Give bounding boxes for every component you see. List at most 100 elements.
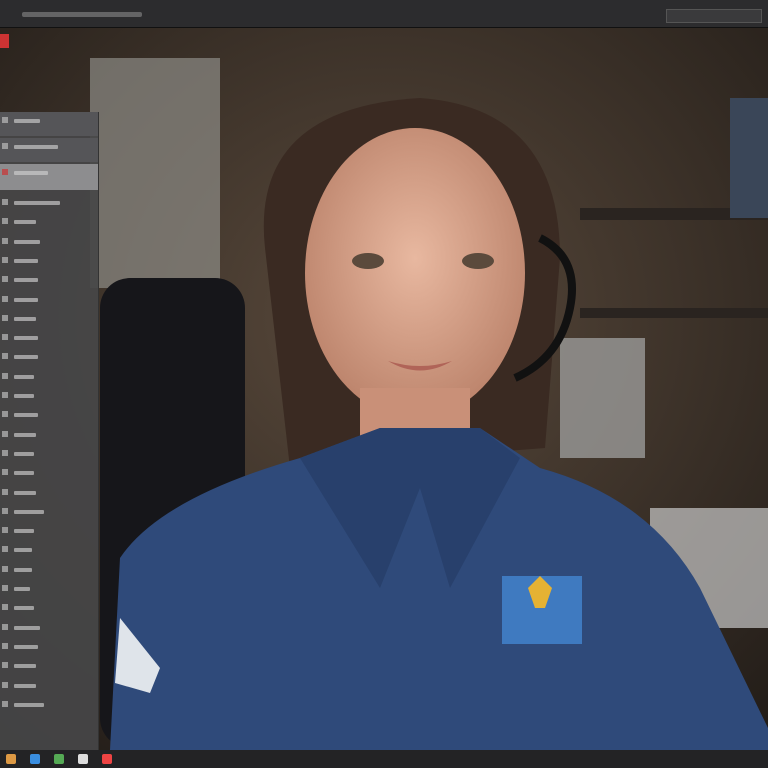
sidebar-item[interactable] (0, 599, 98, 617)
app-icon[interactable] (102, 754, 112, 764)
sidebar-item[interactable] (0, 138, 98, 162)
sidebar-item[interactable] (0, 310, 98, 328)
item-icon (2, 623, 8, 630)
sidebar-item[interactable] (0, 484, 98, 502)
sidebar-item[interactable] (0, 252, 98, 270)
sidebar-item[interactable] (0, 580, 98, 598)
video-feed (0, 28, 768, 750)
sidebar-item-label (14, 471, 34, 476)
papers (560, 338, 645, 458)
sidebar (0, 112, 99, 752)
sidebar-item[interactable] (0, 329, 98, 347)
item-icon (2, 604, 8, 611)
files-icon[interactable] (54, 754, 64, 764)
sidebar-item-label (14, 119, 40, 123)
sidebar-item-label (14, 355, 38, 360)
sidebar-item[interactable] (0, 406, 98, 424)
sidebar-item-label (14, 316, 36, 321)
sidebar-item[interactable] (0, 194, 98, 212)
taskbar (0, 750, 768, 768)
item-icon (2, 700, 8, 707)
sidebar-item[interactable] (0, 445, 98, 463)
sidebar-item[interactable] (0, 164, 98, 190)
sidebar-item[interactable] (0, 368, 98, 386)
sidebar-item[interactable] (0, 464, 98, 482)
item-icon (2, 372, 8, 379)
sidebar-item-label (14, 451, 34, 456)
sidebar-item-label (14, 683, 36, 688)
sidebar-item[interactable] (0, 638, 98, 656)
sidebar-item-label (14, 606, 34, 611)
app-icon[interactable] (0, 34, 9, 48)
shelf (580, 308, 768, 318)
sidebar-item-label (14, 258, 38, 263)
item-icon (2, 507, 8, 514)
item-icon (2, 585, 8, 591)
item-icon (2, 681, 8, 688)
sidebar-item-label (14, 220, 36, 225)
sidebar-item-label (14, 145, 58, 149)
item-icon (2, 295, 8, 302)
sidebar-item[interactable] (0, 541, 98, 559)
item-icon (2, 353, 8, 360)
title-bar (0, 0, 768, 28)
item-icon (2, 392, 8, 398)
sidebar-item-label (14, 432, 36, 437)
sidebar-item[interactable] (0, 619, 98, 637)
sidebar-item-label (14, 394, 34, 398)
sidebar-item-label (14, 664, 36, 669)
sidebar-item[interactable] (0, 271, 98, 289)
sidebar-item[interactable] (0, 522, 98, 540)
item-icon (2, 469, 8, 476)
sidebar-item-label (14, 278, 38, 283)
sidebar-item-label (14, 490, 36, 495)
sidebar-item[interactable] (0, 233, 98, 251)
mail-icon[interactable] (78, 754, 88, 764)
item-icon (2, 662, 8, 669)
sidebar-item[interactable] (0, 213, 98, 231)
sidebar-item-label (14, 702, 44, 707)
sidebar-item-label (14, 644, 38, 649)
face (305, 128, 525, 418)
sidebar-item-label (14, 548, 32, 553)
item-icon (2, 256, 8, 263)
sidebar-item[interactable] (0, 387, 98, 405)
item-icon (2, 334, 8, 341)
sidebar-item-label (14, 529, 34, 534)
sidebar-item[interactable] (0, 561, 98, 579)
item-icon (2, 314, 8, 321)
sidebar-item-label (14, 374, 34, 379)
window (90, 58, 220, 288)
sidebar-item-label (14, 625, 40, 630)
sidebar-item-label (14, 567, 32, 572)
sidebar-item[interactable] (0, 677, 98, 695)
sidebar-item-label (14, 171, 48, 175)
item-icon (2, 411, 8, 418)
item-icon (2, 546, 8, 553)
sidebar-item-label (14, 336, 38, 341)
folder-icon (2, 117, 8, 123)
sidebar-item[interactable] (0, 112, 98, 136)
window-title (22, 12, 142, 17)
sidebar-item-label (14, 239, 40, 244)
sidebar-item-label (14, 413, 38, 418)
item-icon (2, 237, 8, 244)
item-icon (2, 527, 8, 534)
sidebar-item[interactable] (0, 348, 98, 366)
sidebar-item[interactable] (0, 696, 98, 714)
item-icon (2, 218, 8, 225)
sidebar-item[interactable] (0, 503, 98, 521)
frame (730, 98, 768, 218)
item-icon (2, 276, 8, 283)
search-input[interactable] (666, 9, 762, 23)
sidebar-item-label (14, 201, 60, 205)
sidebar-item-label (14, 509, 44, 514)
sidebar-item-label (14, 587, 30, 591)
sidebar-item[interactable] (0, 291, 98, 309)
item-icon (2, 430, 8, 437)
browser-icon[interactable] (30, 754, 40, 764)
start-icon[interactable] (6, 754, 16, 764)
sidebar-item[interactable] (0, 657, 98, 675)
sidebar-item[interactable] (0, 426, 98, 444)
item-icon (2, 488, 8, 495)
